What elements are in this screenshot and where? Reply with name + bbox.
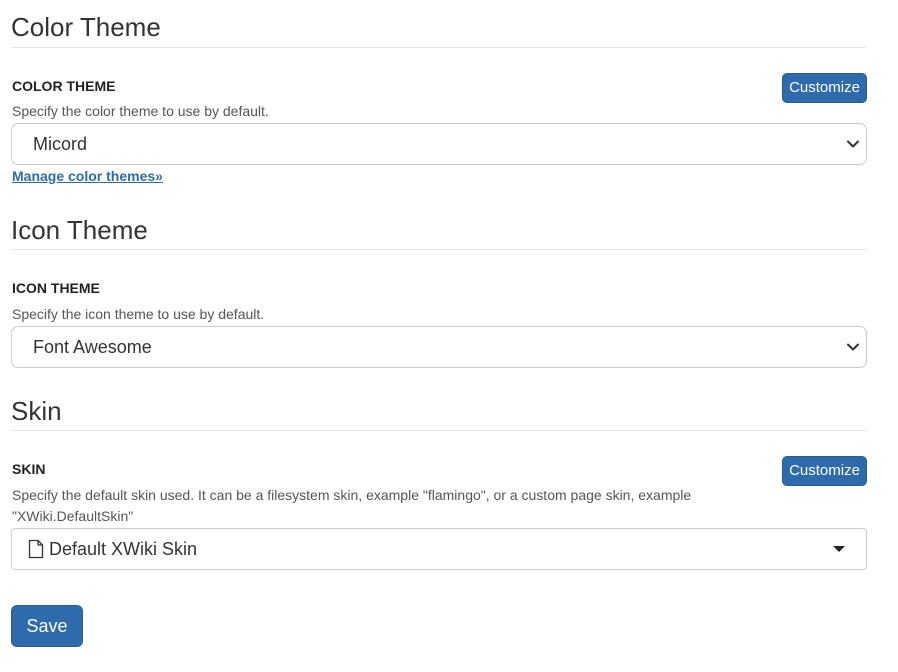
icon-theme-select[interactable]: Font Awesome (11, 326, 867, 368)
icon-theme-hint: Specify the icon theme to use by default… (12, 306, 265, 322)
chevron-down-icon (847, 343, 859, 351)
icon-theme-heading: Icon Theme (11, 215, 148, 245)
color-theme-selected-value: Micord (33, 134, 88, 154)
administration-look-panel: Color Theme COLOR THEME Customize Specif… (0, 0, 898, 672)
save-button[interactable]: Save (11, 605, 83, 647)
color-theme-hint: Specify the color theme to use by defaul… (12, 103, 269, 119)
caret-down-icon (833, 546, 845, 552)
icon-theme-label: ICON THEME (12, 280, 100, 296)
icon-theme-selected-value: Font Awesome (33, 337, 152, 357)
skin-selected-value: Default XWiki Skin (49, 539, 198, 559)
skin-picker[interactable]: Default XWiki Skin (11, 528, 867, 570)
color-theme-select[interactable]: Micord (11, 123, 867, 165)
chevron-down-icon (847, 140, 859, 148)
skin-customize-button[interactable]: Customize (782, 456, 867, 486)
manage-color-themes-link[interactable]: Manage color themes» (12, 166, 163, 186)
skin-hint: Specify the default skin used. It can be… (12, 487, 692, 524)
section-divider (11, 47, 866, 48)
color-theme-label: COLOR THEME (12, 78, 116, 94)
section-divider (11, 430, 866, 431)
skin-heading: Skin (11, 396, 62, 426)
section-divider (11, 249, 866, 250)
color-theme-heading: Color Theme (11, 12, 161, 42)
color-theme-customize-button[interactable]: Customize (782, 73, 867, 103)
file-icon (28, 539, 44, 559)
skin-label: SKIN (12, 461, 46, 477)
